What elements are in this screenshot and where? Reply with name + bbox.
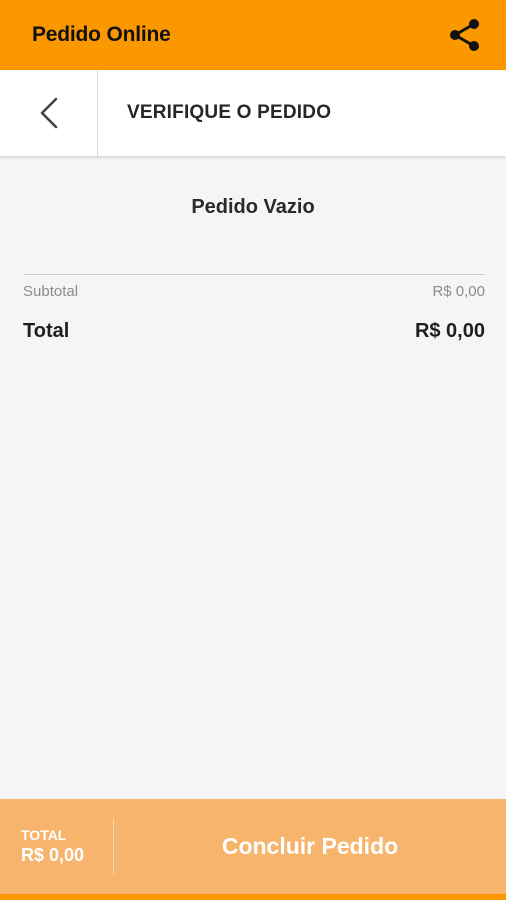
footer-total-value: R$ 0,00 <box>21 845 85 865</box>
subtotal-value: R$ 0,00 <box>432 282 485 300</box>
share-icon <box>450 19 479 51</box>
page-title: VERIFIQUE O PEDIDO <box>127 102 332 123</box>
footer-total-label: TOTAL <box>21 827 67 843</box>
empty-order-message: Pedido Vazio <box>191 196 315 218</box>
chevron-left-icon <box>40 97 57 129</box>
footer-total: TOTAL R$ 0,00 <box>0 818 114 875</box>
total-row: Total R$ 0,00 <box>23 318 485 344</box>
total-label: Total <box>23 319 70 342</box>
app-bar: Pedido Online <box>0 0 506 70</box>
footer-bar: TOTAL R$ 0,00 Concluir Pedido <box>0 799 506 894</box>
conclude-order-button[interactable]: Concluir Pedido <box>114 799 506 894</box>
footer-accent-strip <box>0 894 506 900</box>
back-button[interactable] <box>0 70 98 156</box>
total-value: R$ 0,00 <box>414 319 485 342</box>
subtotal-label: Subtotal <box>23 282 79 300</box>
sub-header: VERIFIQUE O PEDIDO <box>0 70 506 156</box>
subtotal-row: Subtotal R$ 0,00 <box>23 281 485 301</box>
divider <box>23 274 485 275</box>
share-button[interactable] <box>444 15 484 55</box>
app-title: Pedido Online <box>32 23 171 46</box>
